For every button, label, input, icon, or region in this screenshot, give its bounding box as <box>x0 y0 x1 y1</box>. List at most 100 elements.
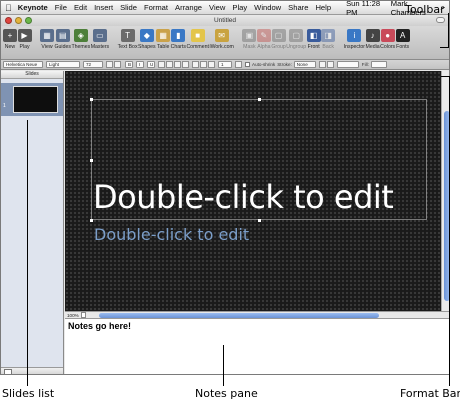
resize-handle[interactable] <box>90 159 93 162</box>
toolbar-back-button[interactable]: ◨ Back <box>321 28 336 50</box>
menu-edit[interactable]: Edit <box>74 3 87 12</box>
toolbar-toggle-icon[interactable] <box>436 17 445 23</box>
slide[interactable]: Double-click to edit Double-click to edi… <box>65 71 441 311</box>
window-titlebar: Untitled <box>1 15 449 26</box>
toolbar-mask-button[interactable]: ▣ Mask <box>242 28 257 50</box>
align-right-button[interactable] <box>174 61 181 68</box>
toolbar-alpha-button[interactable]: ✎ Alpha <box>256 28 271 50</box>
menu-format[interactable]: Format <box>144 3 168 12</box>
font-size-field[interactable]: 72 <box>83 61 103 68</box>
notes-text[interactable]: Notes go here! <box>68 321 131 331</box>
toolbar-media-button[interactable]: ♪ Media <box>366 28 380 50</box>
slide-title[interactable]: Double-click to edit <box>93 178 394 216</box>
horizontal-scroll-thumb[interactable] <box>99 312 379 318</box>
toolbar-new-button[interactable]: + New <box>3 28 17 50</box>
toolbar-label: Group <box>271 44 286 50</box>
valign-top-button[interactable] <box>192 61 199 68</box>
toolbar-table-button[interactable]: ▦ Table <box>156 28 171 50</box>
menu-file[interactable]: File <box>55 3 67 12</box>
slide-subtitle[interactable]: Double-click to edit <box>94 225 249 244</box>
stroke-select[interactable]: None <box>293 61 316 68</box>
text-bg-color-button[interactable] <box>114 61 121 68</box>
slides-footer <box>1 367 63 374</box>
leader-line <box>440 47 449 48</box>
autoshrink-checkbox[interactable] <box>245 62 250 67</box>
zoom-level[interactable]: 100% <box>67 313 81 318</box>
charts-icon: ▮ <box>171 29 186 42</box>
resize-handle[interactable] <box>258 98 261 101</box>
resize-handle[interactable] <box>90 219 93 222</box>
zoom-stepper[interactable] <box>81 312 86 318</box>
toolbar-front-button[interactable]: ◧ Front <box>306 28 321 50</box>
menu-help[interactable]: Help <box>315 3 331 12</box>
window-title: Untitled <box>213 17 237 24</box>
toolbar-label: Shapes <box>138 44 156 50</box>
keynote-window:  Keynote File Edit Insert Slide Format … <box>0 0 450 375</box>
menu-insert[interactable]: Insert <box>94 3 113 12</box>
menu-keynote[interactable]: Keynote <box>18 3 48 12</box>
ungroup-icon: ▢ <box>289 29 304 42</box>
resize-handle[interactable] <box>258 219 261 222</box>
menu-play[interactable]: Play <box>232 3 247 12</box>
toolbar-guides-button[interactable]: ▤ Guides <box>55 28 71 50</box>
line-spacing-select[interactable]: 1 <box>218 61 232 68</box>
toolbar-view-button[interactable]: ▦ View <box>40 28 54 50</box>
slide-view-menu-button[interactable] <box>4 369 12 374</box>
toolbar-fonts-button[interactable]: A Fonts <box>395 28 410 50</box>
toolbar-label: Masters <box>90 44 110 50</box>
mask-icon: ▣ <box>242 29 257 42</box>
underline-button[interactable]: U <box>147 61 155 68</box>
text-color-button[interactable] <box>106 61 113 68</box>
toolbar-charts-button[interactable]: ▮ Charts <box>171 28 186 50</box>
toolbar-label: Media <box>365 44 380 50</box>
fonts-icon: A <box>395 29 410 42</box>
fill-label: Fill: <box>361 62 369 67</box>
notes-pane[interactable]: Notes go here! <box>65 319 449 374</box>
apple-menu-icon[interactable]:  <box>5 3 12 13</box>
toolbar-masters-button[interactable]: ▭ Masters <box>91 28 109 50</box>
stroke-label: Stroke: <box>277 62 292 67</box>
toolbar-label: Ungroup <box>286 44 307 50</box>
align-left-button[interactable] <box>158 61 165 68</box>
toolbar-comment-button[interactable]: ■ Comment <box>186 28 209 50</box>
menu-arrange[interactable]: Arrange <box>175 3 202 12</box>
menu-view[interactable]: View <box>209 3 225 12</box>
toolbar-text-box-button[interactable]: T Text Box <box>118 28 138 50</box>
toolbar-themes-button[interactable]: ◈ Themes <box>71 28 90 50</box>
opacity-field[interactable] <box>336 61 359 68</box>
menu-window[interactable]: Window <box>254 3 281 12</box>
toolbar-inspector-button[interactable]: i Inspector <box>344 28 365 50</box>
play-icon: ▶ <box>17 29 32 42</box>
callout-format-bar: Format Bar <box>400 387 460 400</box>
textbox-icon: T <box>120 29 135 42</box>
font-family-select[interactable]: Helvetica Neue <box>3 61 43 68</box>
align-center-button[interactable] <box>166 61 173 68</box>
toolbar-play-button[interactable]: ▶ Play <box>17 28 32 50</box>
fill-color-well[interactable] <box>370 61 387 68</box>
italic-button[interactable]: I <box>136 61 144 68</box>
font-style-select[interactable]: Light <box>46 61 80 68</box>
toolbar-ungroup-button[interactable]: ▢ Ungroup <box>286 28 306 50</box>
toolbar-label: Guides <box>54 44 71 50</box>
stroke-color-button[interactable] <box>326 61 334 68</box>
toolbar-shapes-button[interactable]: ◆ Shapes <box>138 28 156 50</box>
bold-button[interactable]: B <box>125 61 133 68</box>
menu-slide[interactable]: Slide <box>120 3 137 12</box>
toolbar-label: Back <box>322 44 334 50</box>
toolbar-label: View <box>41 44 53 50</box>
resize-handle[interactable] <box>90 98 93 101</box>
callout-slides-list: Slides list <box>2 387 55 400</box>
toolbar-iwork-com-button[interactable]: ✉ iWork.com <box>209 28 234 50</box>
slide-thumbnail[interactable] <box>13 86 58 113</box>
toolbar-group-button[interactable]: ▢ Group <box>271 28 286 50</box>
valign-middle-button[interactable] <box>200 61 207 68</box>
iwork-icon: ✉ <box>214 29 229 42</box>
columns-button[interactable] <box>235 61 242 68</box>
toolbar-colors-button[interactable]: ● Colors <box>380 28 395 50</box>
stroke-weight-button[interactable] <box>318 61 326 68</box>
align-justify-button[interactable] <box>182 61 189 68</box>
valign-bottom-button[interactable] <box>208 61 215 68</box>
menu-share[interactable]: Share <box>288 3 308 12</box>
slide-thumbnail-row[interactable]: 1 <box>1 83 63 116</box>
leader-line <box>449 76 450 386</box>
